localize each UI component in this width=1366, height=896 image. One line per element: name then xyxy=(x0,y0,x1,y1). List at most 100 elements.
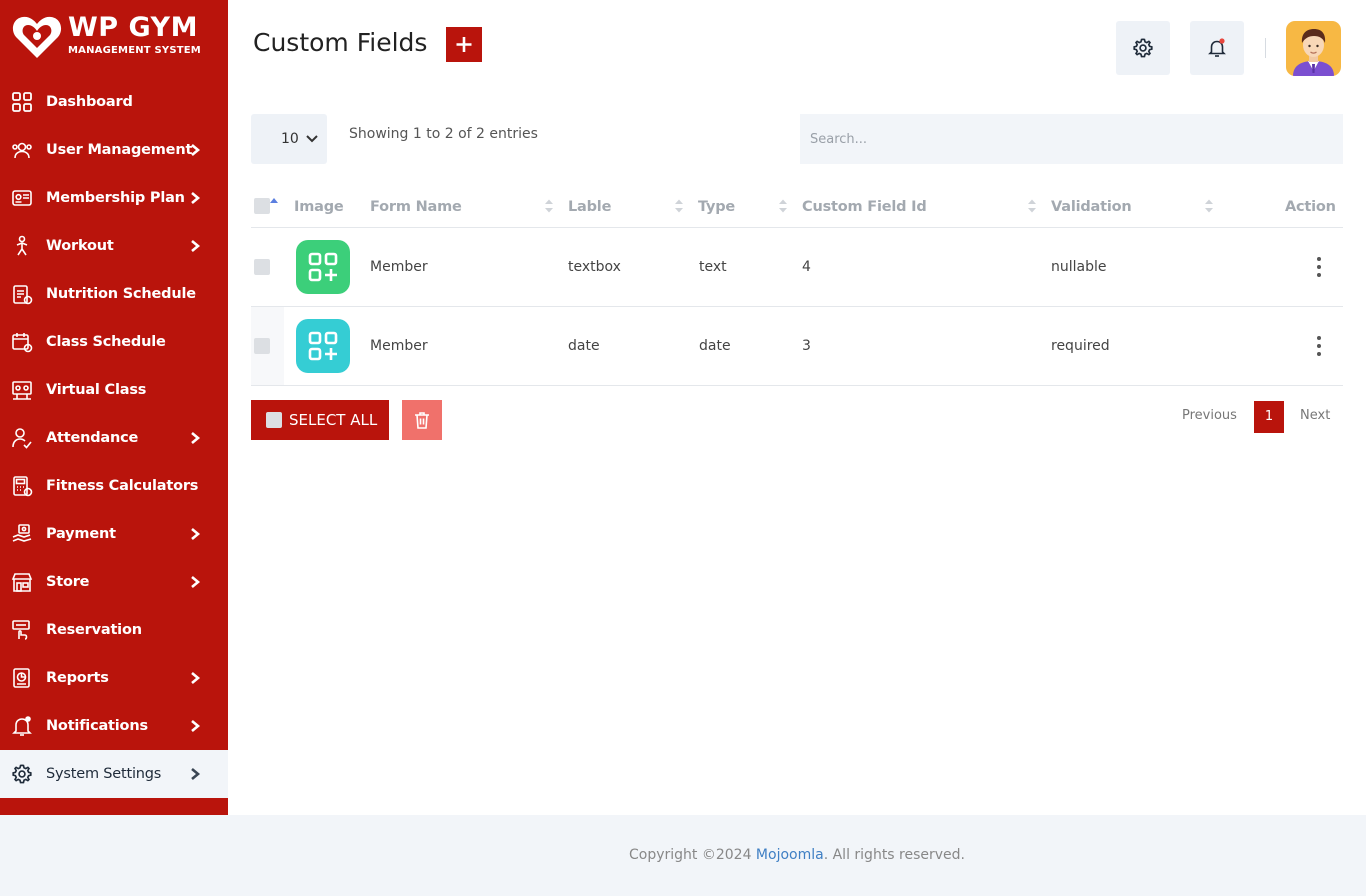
column-header-image: Image xyxy=(294,199,344,215)
column-header-validation[interactable]: Validation xyxy=(1051,186,1132,228)
row-checkbox[interactable] xyxy=(254,338,270,354)
column-header-custom-field-id[interactable]: Custom Field Id xyxy=(802,186,927,228)
nutrition-icon xyxy=(13,285,33,305)
avatar-icon xyxy=(1293,29,1334,76)
users-icon xyxy=(12,142,32,159)
gear-icon xyxy=(12,764,32,784)
cell-label: date xyxy=(568,338,600,354)
sort-icon[interactable] xyxy=(675,199,683,213)
page-length-value: 10 xyxy=(281,131,299,147)
more-vertical-icon[interactable] xyxy=(1311,334,1327,358)
bell-icon xyxy=(1208,38,1226,57)
notifications-button[interactable] xyxy=(1190,21,1244,75)
cell-custom-field-id: 4 xyxy=(802,259,811,275)
trash-icon xyxy=(415,412,429,429)
bell-icon xyxy=(12,716,32,736)
chevron-right-icon xyxy=(191,768,201,780)
cell-validation: required xyxy=(1051,338,1110,354)
pagination-page-1[interactable]: 1 xyxy=(1254,401,1284,433)
sidebar-item-label: User Management xyxy=(46,142,193,158)
reservation-icon xyxy=(12,620,30,640)
sidebar-item-label: Workout xyxy=(46,238,114,254)
sort-icon[interactable] xyxy=(1028,199,1036,213)
more-vertical-icon[interactable] xyxy=(1311,255,1327,279)
row-checkbox[interactable] xyxy=(254,259,270,275)
pagination-next[interactable]: Next xyxy=(1300,408,1330,423)
chevron-down-icon xyxy=(306,135,318,143)
copyright-suffix: . All rights reserved. xyxy=(823,847,966,863)
sidebar-item-fitness-calculators[interactable]: Fitness Calculators xyxy=(0,462,228,510)
header-divider xyxy=(1265,38,1266,58)
sidebar-item-membership-plan[interactable]: Membership Plan xyxy=(0,174,228,222)
custom-field-icon xyxy=(308,331,338,361)
pagination-previous[interactable]: Previous xyxy=(1182,408,1237,423)
select-all-button[interactable]: SELECT ALL xyxy=(251,400,389,440)
brand-subtitle: MANAGEMENT SYSTEM xyxy=(68,45,201,56)
sidebar-item-label: Store xyxy=(46,574,90,590)
table-header: Image Form Name Lable Type Custom Field … xyxy=(251,186,1343,228)
custom-field-icon xyxy=(308,252,338,282)
sidebar-item-nutrition-schedule[interactable]: Nutrition Schedule xyxy=(0,270,228,318)
logo-heart-icon xyxy=(12,16,62,58)
sidebar-item-label: Class Schedule xyxy=(46,334,166,350)
sidebar-item-label: Attendance xyxy=(46,430,139,446)
brand-title: WP GYM xyxy=(68,12,198,43)
sidebar-item-attendance[interactable]: Attendance xyxy=(0,414,228,462)
sidebar-item-reservation[interactable]: Reservation xyxy=(0,606,228,654)
footer: Copyright ©2024 Mojoomla. All rights res… xyxy=(0,815,1366,896)
chevron-right-icon xyxy=(191,192,201,204)
reports-icon xyxy=(13,668,30,688)
sidebar-item-label: Fitness Calculators xyxy=(46,478,199,494)
sidebar-item-system-settings[interactable]: System Settings xyxy=(0,750,228,798)
select-all-checkbox[interactable] xyxy=(254,198,270,214)
settings-button[interactable] xyxy=(1116,21,1170,75)
chevron-right-icon xyxy=(191,720,201,732)
attendance-icon xyxy=(12,428,32,449)
sidebar-item-user-management[interactable]: User Management xyxy=(0,126,228,174)
copyright-prefix: Copyright ©2024 xyxy=(628,847,756,863)
cell-type: date xyxy=(699,338,731,354)
cell-validation: nullable xyxy=(1051,259,1107,275)
brand-link[interactable]: Mojoomla xyxy=(756,847,824,863)
sort-icon[interactable] xyxy=(1205,199,1213,213)
field-image xyxy=(296,240,350,294)
sidebar-item-label: Virtual Class xyxy=(46,382,147,398)
cell-custom-field-id: 3 xyxy=(802,338,811,354)
cell-form-name: Member xyxy=(370,338,428,354)
sort-icon[interactable] xyxy=(779,199,787,213)
cell-form-name: Member xyxy=(370,259,428,275)
add-custom-field-button[interactable] xyxy=(446,27,482,62)
sidebar-item-notifications[interactable]: Notifications xyxy=(0,702,228,750)
delete-selected-button[interactable] xyxy=(402,400,442,440)
sidebar-item-workout[interactable]: Workout xyxy=(0,222,228,270)
sidebar-item-store[interactable]: Store xyxy=(0,558,228,606)
membership-card-icon xyxy=(12,190,32,206)
column-header-label[interactable]: Lable xyxy=(568,186,611,228)
chevron-right-icon xyxy=(191,528,201,540)
table-row: Member textbox text 4 nullable xyxy=(251,228,1343,307)
column-header-form-name[interactable]: Form Name xyxy=(370,186,462,228)
page-length-select[interactable]: 10 xyxy=(251,114,327,164)
select-all-box xyxy=(266,412,282,428)
sort-icon[interactable] xyxy=(545,199,553,213)
sidebar-item-label: Membership Plan xyxy=(46,190,185,206)
sidebar-item-class-schedule[interactable]: Class Schedule xyxy=(0,318,228,366)
sidebar-item-label: Reports xyxy=(46,670,109,686)
search-input[interactable] xyxy=(800,114,1343,164)
column-header-type[interactable]: Type xyxy=(698,186,735,228)
sidebar-item-label: Notifications xyxy=(46,718,148,734)
page-title: Custom Fields xyxy=(253,28,428,57)
table-row: Member date date 3 required xyxy=(251,307,1343,386)
app-logo[interactable]: WP GYM MANAGEMENT SYSTEM xyxy=(10,12,220,62)
sidebar: WP GYM MANAGEMENT SYSTEM Dashboard User … xyxy=(0,0,228,815)
sidebar-item-virtual-class[interactable]: Virtual Class xyxy=(0,366,228,414)
calendar-icon xyxy=(12,333,33,353)
sidebar-item-dashboard[interactable]: Dashboard xyxy=(0,78,228,126)
sidebar-item-payment[interactable]: Payment xyxy=(0,510,228,558)
sidebar-item-label: Payment xyxy=(46,526,116,542)
payment-icon xyxy=(12,524,32,542)
user-avatar[interactable] xyxy=(1286,21,1341,76)
column-header-action: Action xyxy=(1285,199,1336,215)
sidebar-item-reports[interactable]: Reports xyxy=(0,654,228,702)
chevron-right-icon xyxy=(191,672,201,684)
